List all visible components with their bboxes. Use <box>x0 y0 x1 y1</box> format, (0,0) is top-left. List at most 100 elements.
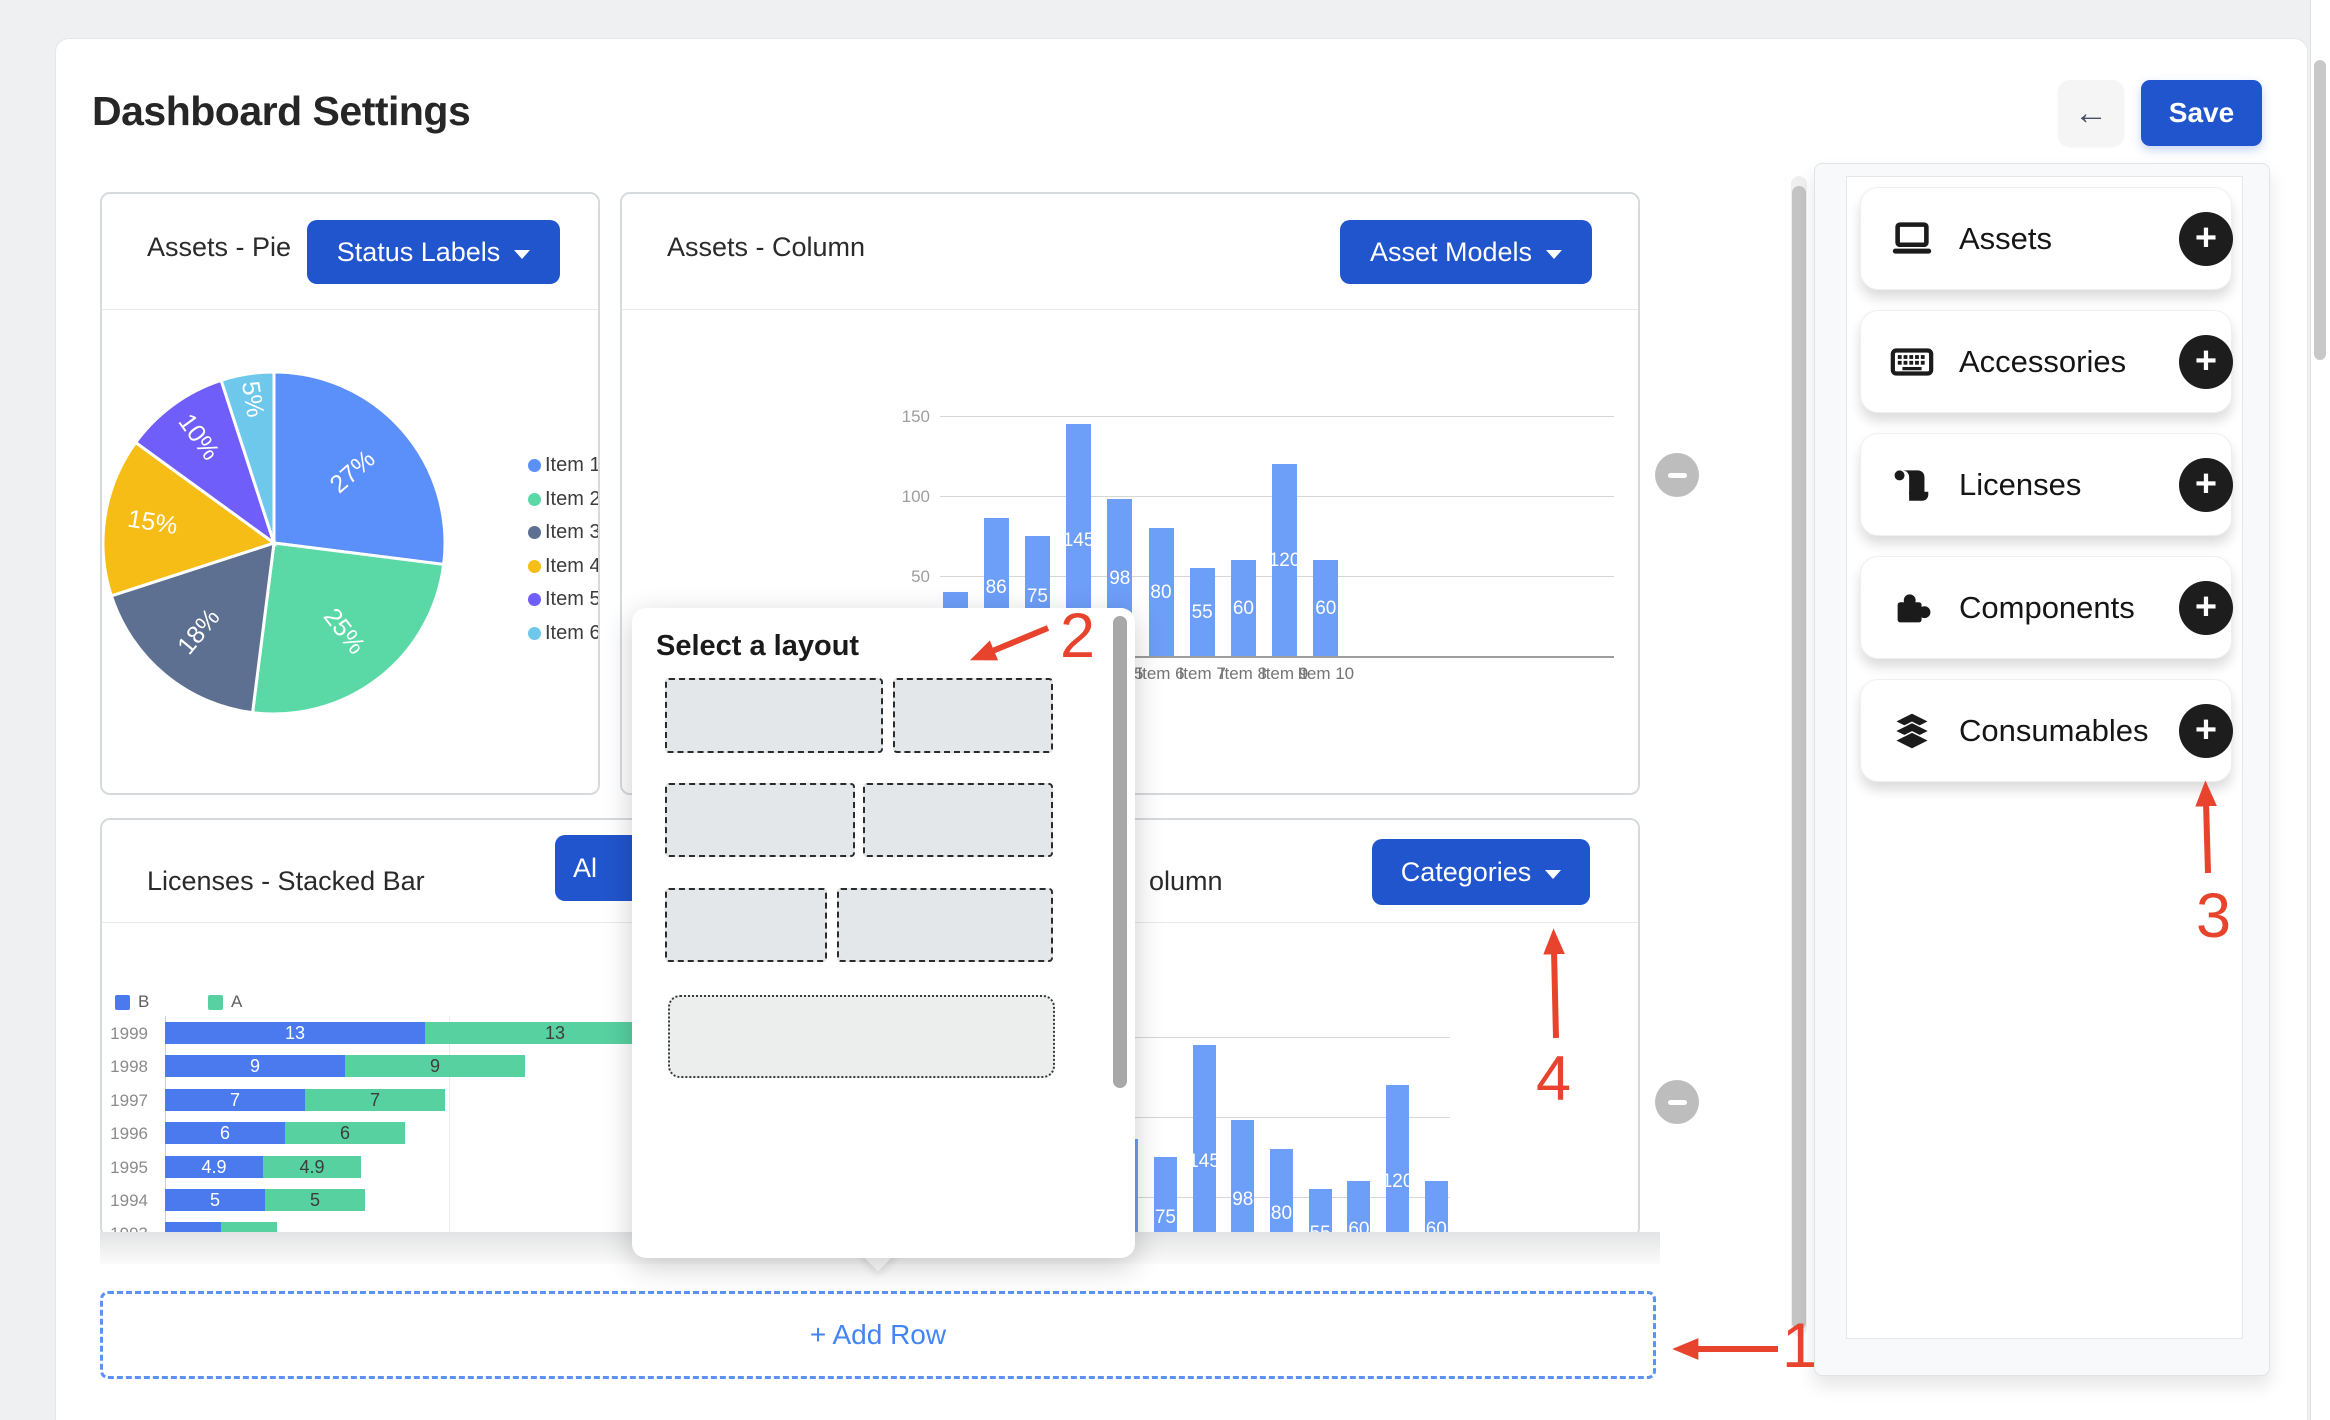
row-category-label: 1997 <box>102 1091 148 1111</box>
popover-scrollbar[interactable] <box>1113 616 1127 1088</box>
popover-title: Select a layout <box>656 630 859 663</box>
legend-item: Item 3 <box>545 521 600 544</box>
bar-value-label: 145 <box>1179 1151 1229 1173</box>
y-tick-label: 100 <box>880 487 930 507</box>
content-scrollbar[interactable] <box>1792 186 1806 1330</box>
add-accessories-widget-button[interactable]: + <box>2179 335 2233 389</box>
minus-icon <box>1668 473 1687 478</box>
annotation-4: 4 <box>1536 1043 1571 1115</box>
plus-icon: + <box>2195 217 2217 260</box>
add-components-widget-button[interactable]: + <box>2179 581 2233 635</box>
sidebar-item-label: Licenses <box>1959 467 2081 503</box>
layout-option-6b[interactable] <box>863 783 1053 857</box>
segment-value-label: 6 <box>165 1123 285 1144</box>
legend-item: Item 2 <box>545 488 600 511</box>
bar-value-label: 60 <box>1218 598 1268 620</box>
legend-dot <box>528 560 541 573</box>
row-category-label: 1994 <box>102 1191 148 1211</box>
sidebar-item-label: Consumables <box>1959 713 2149 749</box>
sidebar-item-label: Assets <box>1959 221 2052 257</box>
page-scrollbar[interactable] <box>2314 60 2326 360</box>
row-category-label: 1998 <box>102 1057 148 1077</box>
sidebar-item-consumables[interactable]: Consumables + <box>1860 679 2232 782</box>
segment-value-label: 5 <box>165 1190 265 1211</box>
gridline <box>940 416 1614 417</box>
segment-value-label: 9 <box>345 1056 525 1077</box>
sidebar-item-accessories[interactable]: Accessories + <box>1860 310 2232 413</box>
y-tick-label: 50 <box>880 567 930 587</box>
bar-value-label: 120 <box>1373 1171 1423 1193</box>
pie-datasource-dropdown[interactable]: Status Labels <box>307 220 560 284</box>
segment-value-label: 6 <box>285 1123 405 1144</box>
bar-value-label: 120 <box>1260 550 1310 572</box>
segment-value-label: 7 <box>165 1090 305 1111</box>
sidebar-item-label: Components <box>1959 590 2135 626</box>
license-icon <box>1889 462 1935 508</box>
add-licenses-widget-button[interactable]: + <box>2179 458 2233 512</box>
panel-title: Assets - Pie <box>147 232 291 263</box>
legend-dot <box>528 627 541 640</box>
layout-option-6a[interactable] <box>665 783 855 857</box>
plus-icon: + <box>2195 709 2217 752</box>
layers-icon <box>1889 708 1935 754</box>
remove-row-1-button[interactable] <box>1655 453 1699 497</box>
chevron-down-icon <box>514 250 530 259</box>
layout-option-12[interactable] <box>668 995 1055 1078</box>
layout-option-5b[interactable] <box>665 888 827 962</box>
minus-icon <box>1668 1100 1687 1105</box>
legend-item: B <box>138 992 149 1012</box>
back-button[interactable]: ← <box>2058 80 2124 146</box>
bar <box>1193 1045 1216 1238</box>
segment-value-label: 4.9 <box>165 1157 263 1178</box>
legend-dot <box>528 493 541 506</box>
widget-sidebar-panel: Assets + Accessories <box>1846 176 2243 1339</box>
puzzle-icon <box>1889 585 1935 631</box>
sidebar-item-label: Accessories <box>1959 344 2126 380</box>
layout-option-7b[interactable] <box>837 888 1053 962</box>
x-category-label: Item 10 <box>1288 664 1364 684</box>
bar-value-label: 75 <box>1012 586 1062 608</box>
pie-svg: 27%25%18%15%10%5% <box>102 309 600 795</box>
bar <box>1386 1085 1409 1238</box>
keyboard-icon <box>1889 339 1935 385</box>
save-button[interactable]: Save <box>2141 80 2262 146</box>
segment-value-label: 7 <box>305 1090 445 1111</box>
legend-dot <box>528 459 541 472</box>
legend-item: Item 4 <box>545 555 600 578</box>
add-row-button[interactable]: + Add Row <box>100 1291 1656 1379</box>
segment-value-label: 13 <box>165 1023 425 1044</box>
layout-option-5[interactable] <box>893 678 1053 753</box>
legend-item: Item 5 <box>545 588 600 611</box>
add-assets-widget-button[interactable]: + <box>2179 212 2233 266</box>
pie-chart: 27%25%18%15%10%5%Item 1 Item 2 Item 3 Item … <box>102 309 600 795</box>
row-category-label: 1996 <box>102 1124 148 1144</box>
widget-sidebar: Assets + Accessories <box>1814 163 2270 1376</box>
annotation-1: 1 <box>1782 1310 1817 1382</box>
legend-swatch-a <box>208 995 223 1010</box>
sidebar-item-components[interactable]: Components + <box>1860 556 2232 659</box>
annotation-2: 2 <box>1060 600 1095 672</box>
sidebar-item-licenses[interactable]: Licenses + <box>1860 433 2232 536</box>
laptop-icon <box>1889 216 1935 262</box>
segment-value-label: 5 <box>265 1190 365 1211</box>
bar-value-label: 80 <box>1136 582 1186 604</box>
legend-item: Item 6 <box>545 622 600 645</box>
bar-value-label: 75 <box>1140 1207 1190 1229</box>
bar-value-label: 60 <box>1301 598 1351 620</box>
row-category-label: 1995 <box>102 1158 148 1178</box>
sidebar-item-assets[interactable]: Assets + <box>1860 187 2232 290</box>
arrow-left-icon: ← <box>2074 94 2108 133</box>
legend-swatch-b <box>115 995 130 1010</box>
remove-row-2-button[interactable] <box>1655 1080 1699 1124</box>
segment-value-label: 9 <box>165 1056 345 1077</box>
add-consumables-widget-button[interactable]: + <box>2179 704 2233 758</box>
y-tick-label: 150 <box>880 407 930 427</box>
bar-value-label: 145 <box>1054 530 1104 552</box>
panel-assets-pie: Assets - Pie Status Labels 27%25%18%15%1… <box>100 192 600 795</box>
pie-slice-label: 5% <box>236 379 269 419</box>
layout-option-7[interactable] <box>665 678 883 753</box>
gridline <box>449 1016 450 1238</box>
dropdown-label: Status Labels <box>337 237 501 268</box>
legend-item: Item 1 <box>545 454 600 477</box>
segment-value-label: 4.9 <box>263 1157 361 1178</box>
